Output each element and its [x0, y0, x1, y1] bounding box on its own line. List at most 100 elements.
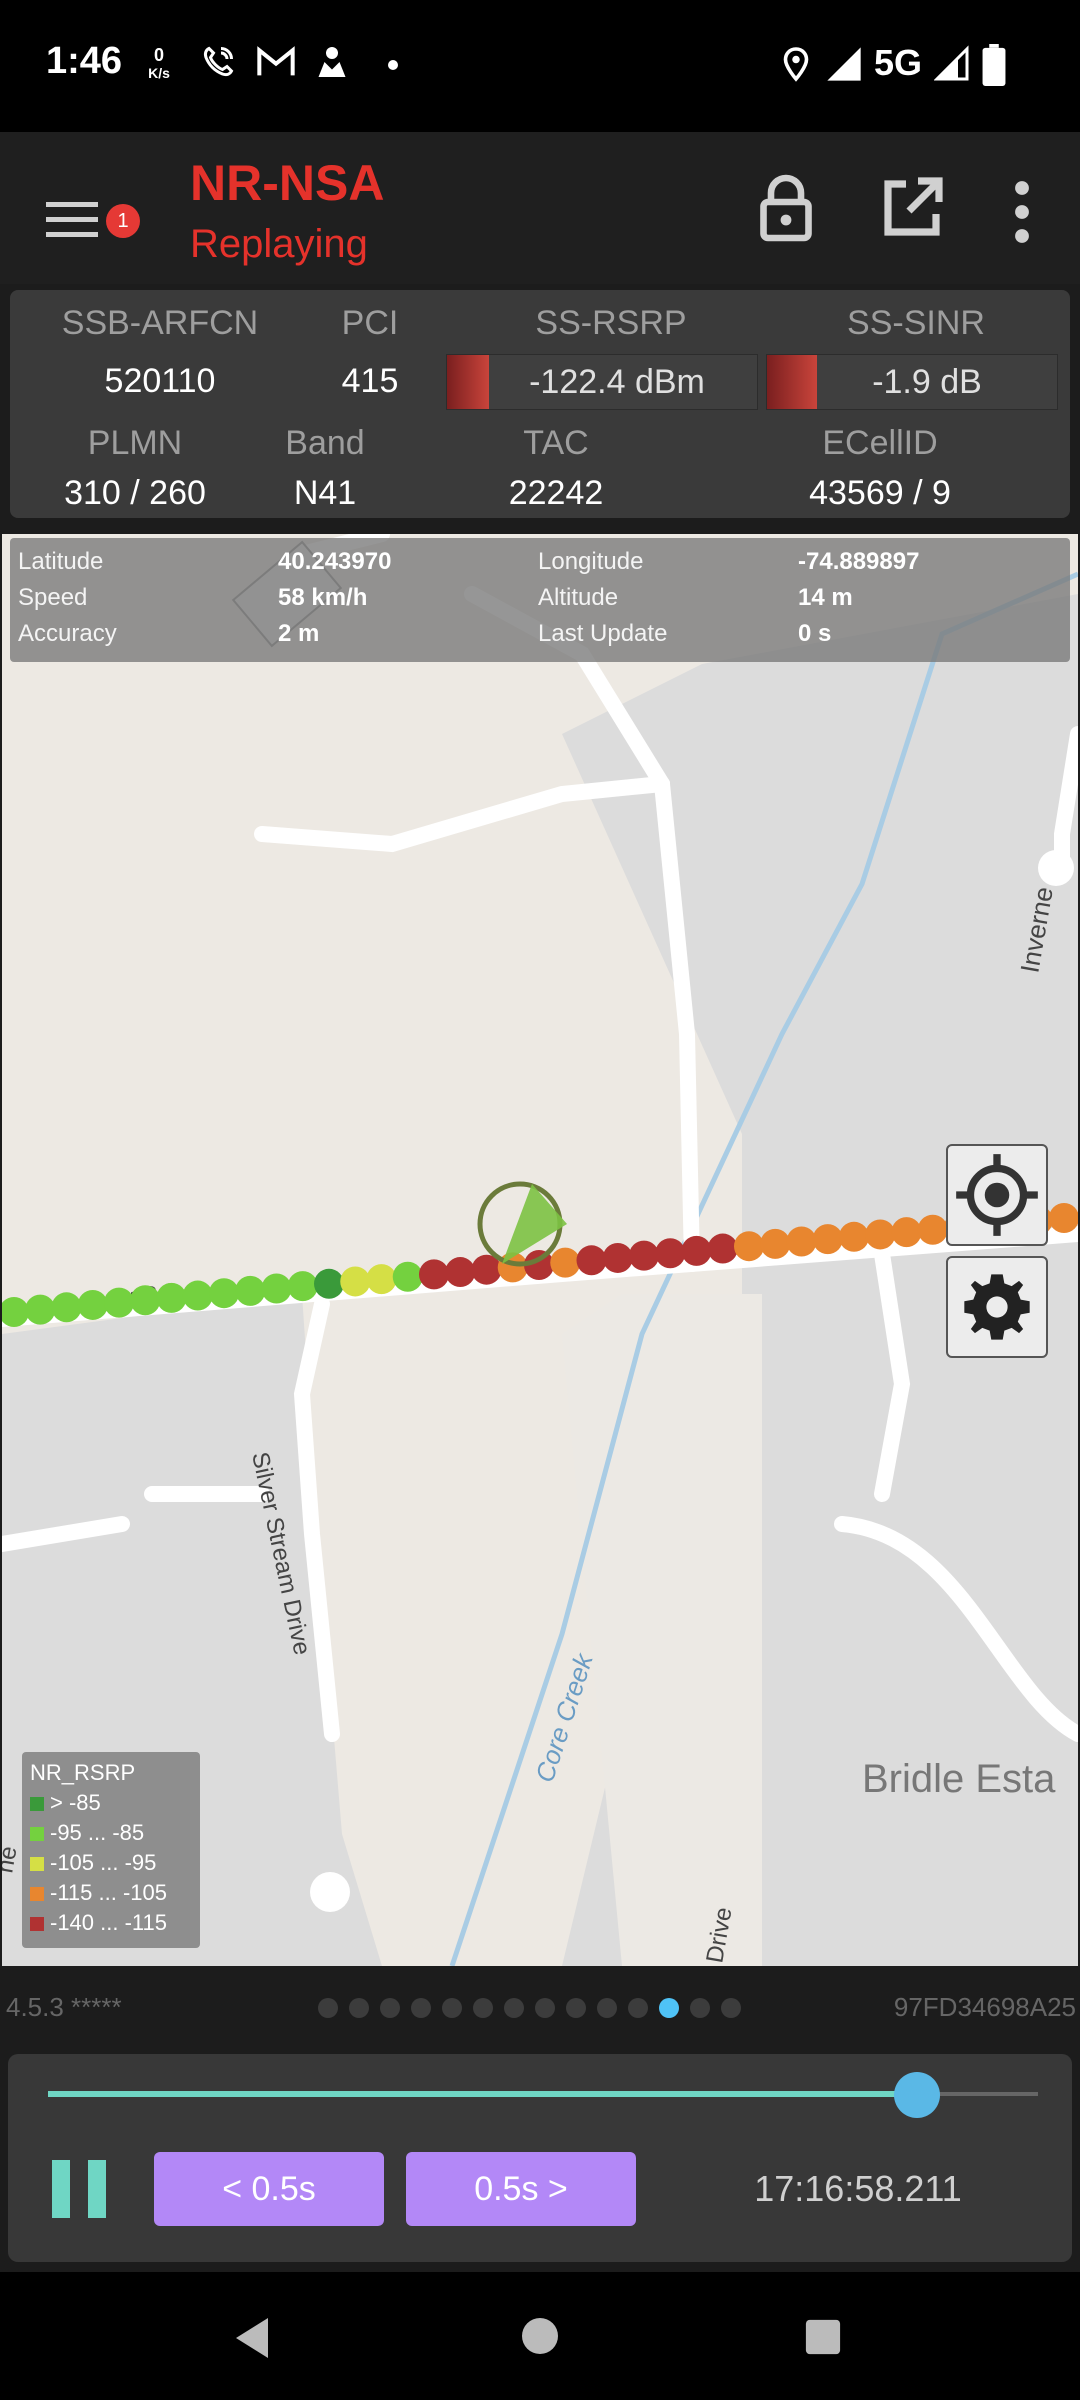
page-dot[interactable] [535, 1998, 555, 2018]
open-external-button[interactable] [876, 172, 948, 244]
rsrp-sample-dot [550, 1247, 581, 1278]
my-location-icon [956, 1154, 1038, 1236]
footer-row: 4.5.3 ***** 97FD34698A25 [0, 1980, 1080, 2036]
band-label: Band [285, 424, 365, 462]
rsrp-sample-dot [655, 1238, 686, 1269]
rsrp-sample-dot [156, 1282, 187, 1313]
legend-label: > -85 [50, 1790, 101, 1815]
ss-sinr-label: SS-SINR [847, 304, 985, 342]
ecellid-value: 43569 / 9 [809, 474, 951, 512]
page-dot-active[interactable] [659, 1998, 679, 2018]
status-bar: 1:46 0 K/s 5G [0, 0, 1080, 132]
page-dot[interactable] [504, 1998, 524, 2018]
data-speed: 0 K/s [146, 46, 172, 82]
pci-value: 415 [341, 362, 399, 400]
playback-thumb[interactable] [894, 2072, 941, 2118]
bridle-estates-label: Bridle Esta [862, 1757, 1056, 1801]
back-icon[interactable] [232, 2316, 272, 2360]
altitude-value: 14 m [798, 584, 853, 611]
map-view[interactable]: Silver Stream Drive Core Creek Bridle Es… [2, 534, 1078, 1966]
rsrp-sample-dot [314, 1268, 344, 1299]
legend-title: NR_RSRP [30, 1760, 136, 1785]
dot-icon [388, 60, 398, 70]
tac-value: 22242 [508, 474, 604, 512]
plmn-label: PLMN [87, 424, 183, 462]
gmail-icon [257, 46, 295, 76]
legend-swatch [30, 1917, 44, 1932]
ss-sinr-bar: -1.9 dB [766, 354, 1058, 410]
rsrp-sample-dot [629, 1240, 659, 1271]
position-marker [477, 1181, 567, 1267]
rsrp-sample-dot [602, 1242, 633, 1273]
cul-de-sac [310, 1872, 350, 1912]
latitude-value: 40.243970 [278, 548, 392, 575]
legend-swatch [30, 1797, 44, 1812]
notification-badge: 1 [106, 204, 140, 238]
rsrp-legend: NR_RSRP > -85 -95 ... -85 -105 ... -95 -… [22, 1752, 200, 1948]
lock-icon [760, 174, 812, 242]
longitude-label: Longitude [538, 548, 644, 575]
page-dot[interactable] [380, 1998, 400, 2018]
page-dot[interactable] [566, 1998, 586, 2018]
rsrp-sample-dot [235, 1275, 266, 1306]
rsrp-sample-dot [25, 1294, 56, 1325]
gps-info-panel: Latitude 40.243970 Longitude -74.889897 … [10, 538, 1070, 662]
home-icon[interactable] [520, 2316, 560, 2356]
altitude-label: Altitude [538, 584, 619, 611]
menu-button[interactable]: 1 [30, 172, 140, 252]
rsrp-sample-dot [51, 1292, 82, 1323]
playback-panel: < 0.5s 0.5s > 17:16:58.211 [8, 2054, 1072, 2262]
legend-label: -105 ... -95 [50, 1850, 157, 1875]
device-id: 97FD34698A25 [893, 1992, 1076, 2022]
playback-progress [48, 2091, 918, 2097]
rsrp-sample-dot [419, 1259, 449, 1290]
map-settings-button[interactable] [946, 1256, 1048, 1358]
page-dot[interactable] [473, 1998, 493, 2018]
rsrp-sample-dot [77, 1289, 108, 1320]
ss-rsrp-bar: -122.4 dBm [446, 354, 758, 410]
rsrp-sample-dot [917, 1214, 948, 1245]
tac-label: TAC [523, 424, 589, 462]
page-dot[interactable] [411, 1998, 431, 2018]
ss-rsrp-value: -122.4 dBm [529, 363, 705, 401]
legend-item: > -85 [30, 1790, 101, 1820]
pause-button[interactable] [52, 2160, 108, 2218]
rsrp-sample-dot [734, 1231, 764, 1262]
cell-info-panel: SSB-ARFCN 520110 PCI 415 SS-RSRP -122.4 … [10, 290, 1070, 518]
page-dot[interactable] [442, 1998, 462, 2018]
latitude-label: Latitude [18, 548, 104, 575]
step-back-button[interactable]: < 0.5s [154, 2152, 384, 2226]
page-dot[interactable] [721, 1998, 741, 2018]
page-dot[interactable] [690, 1998, 710, 2018]
rsrp-sample-dot [340, 1266, 371, 1297]
page-dot[interactable] [628, 1998, 648, 2018]
rsrp-sample-dot [104, 1287, 134, 1318]
navigation-bar [0, 2272, 1080, 2400]
speed-value: 58 km/h [278, 584, 368, 611]
rsrp-sample-dot [707, 1233, 738, 1264]
rsrp-sample-dot [287, 1271, 318, 1302]
rsrp-sample-dot [261, 1273, 292, 1304]
rsrp-sample-dot [839, 1221, 869, 1252]
page-dot[interactable] [349, 1998, 369, 2018]
app-bar: 1 NR-NSA Replaying [0, 132, 1080, 284]
step-forward-button[interactable]: 0.5s > [406, 2152, 636, 2226]
speed-label: Speed [18, 584, 88, 611]
recents-icon[interactable] [804, 2318, 842, 2356]
open-external-icon [884, 177, 943, 236]
rsrp-sample-dot [209, 1278, 239, 1309]
lock-button[interactable] [750, 170, 822, 246]
rsrp-sample-dot [760, 1228, 791, 1259]
ecellid-label: ECellID [822, 424, 938, 462]
rsrp-sample-dot [392, 1261, 423, 1292]
page-dot[interactable] [318, 1998, 338, 2018]
rsrp-sample-dot [130, 1285, 161, 1316]
my-location-button[interactable] [946, 1144, 1048, 1246]
data-speed-value: 0 [153, 45, 164, 65]
more-options-button[interactable] [1000, 176, 1044, 248]
page-dot[interactable] [597, 1998, 617, 2018]
network-type: 5G [874, 42, 923, 83]
page-indicator[interactable] [318, 1980, 758, 2036]
menu-icon [46, 202, 98, 237]
rsrp-sample-dot [786, 1226, 817, 1257]
